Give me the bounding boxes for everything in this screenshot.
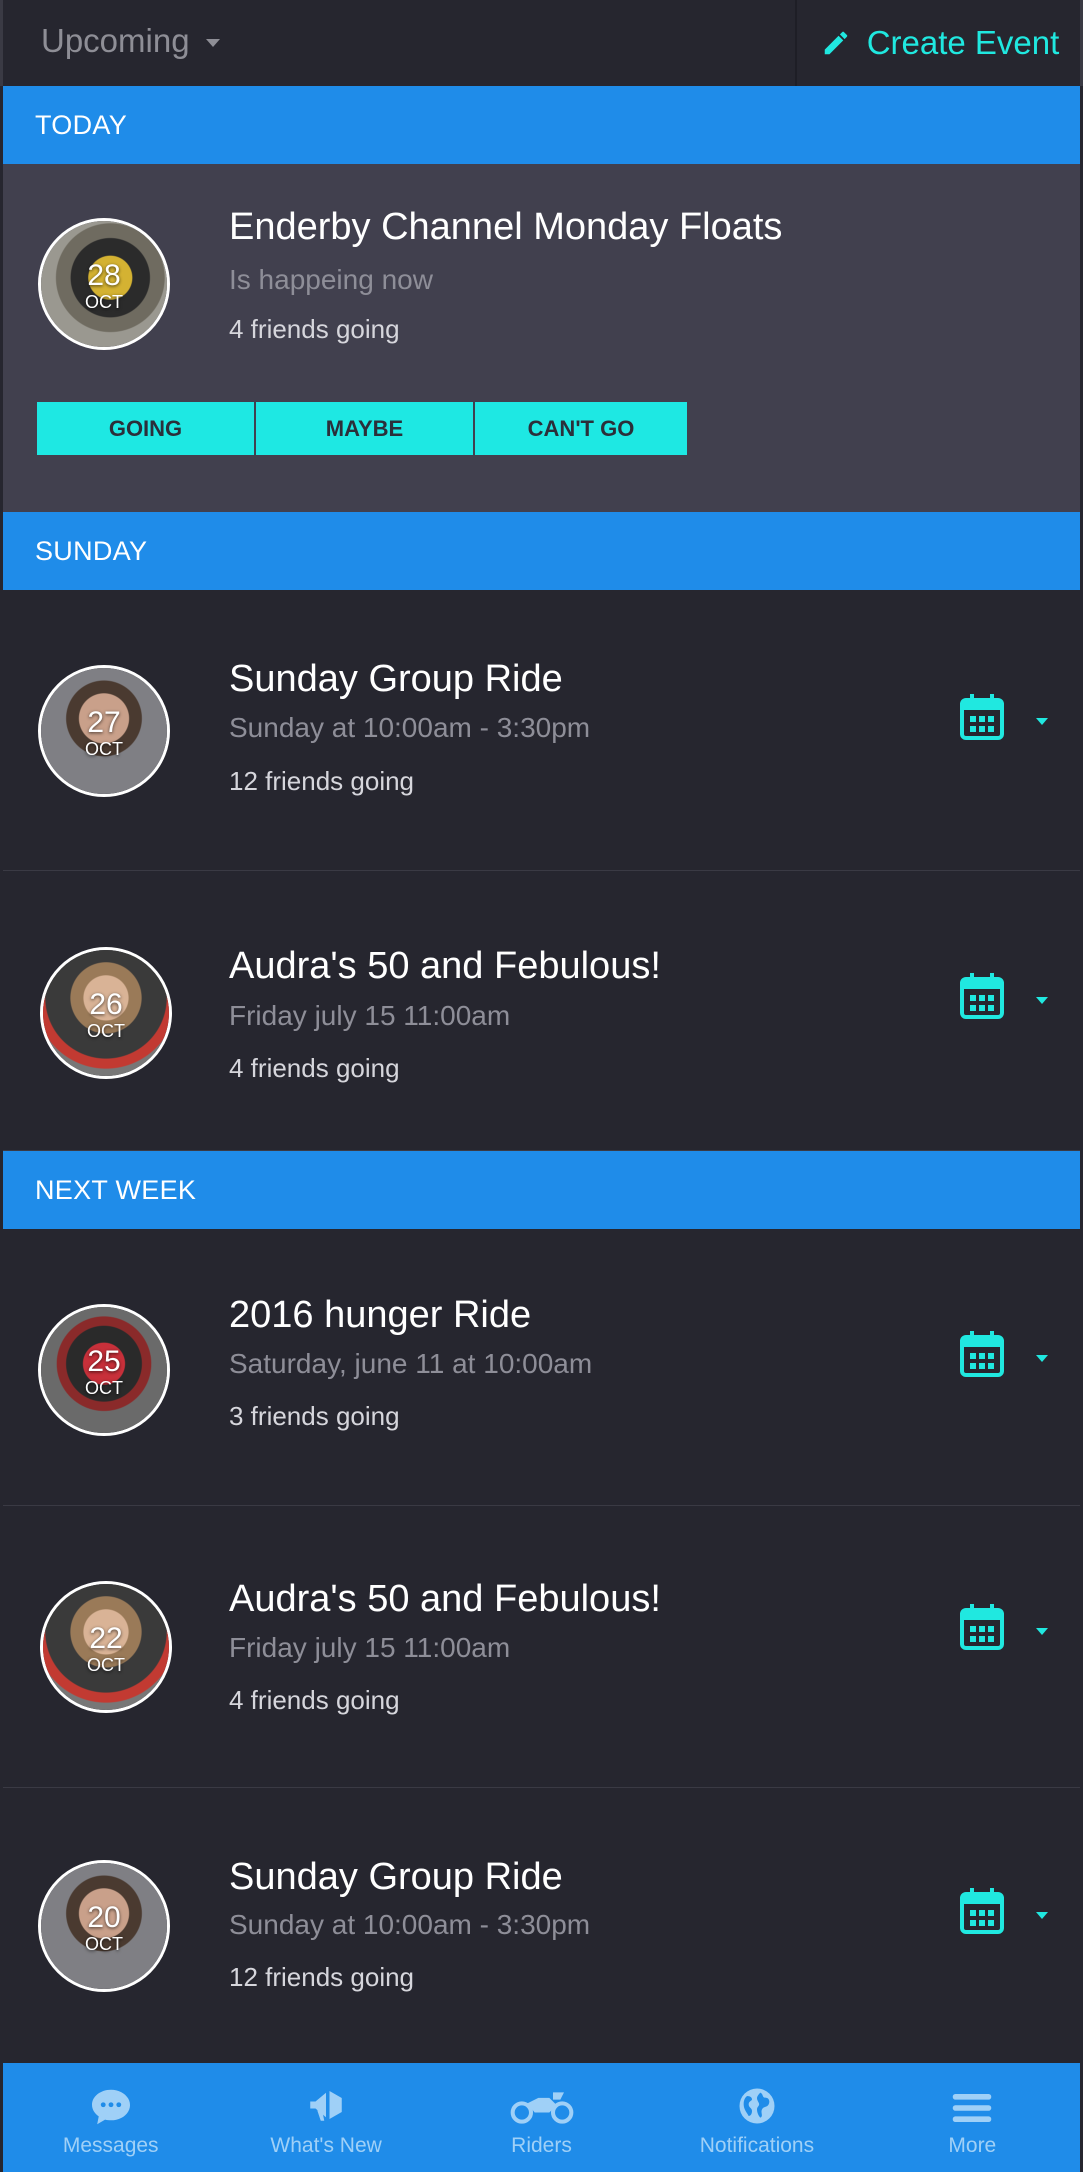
friends-going: 12 friends going [229,1962,415,1992]
tab-label: More [948,2134,997,2157]
section-header-today: TODAY [3,86,1080,164]
event-title[interactable]: Enderby Channel Monday Floats [229,206,782,249]
event-time: Saturday, june 11 at 10:00am [229,1348,593,1379]
event-row[interactable]: 27 OCT Sunday Group Ride Sunday at 10:00… [3,590,1080,871]
event-date-day: 26 [89,988,123,1021]
upcoming-filter-dropdown[interactable]: Upcoming [41,22,220,60]
event-date-month: OCT [87,1655,125,1675]
event-date-month: OCT [85,1934,123,1954]
add-to-calendar-button[interactable] [958,1886,1048,1946]
caret-down-icon [1036,1912,1048,1919]
calendar-icon [960,1331,1004,1377]
calendar-icon [960,694,1004,740]
create-event-label: Create Event [866,24,1060,61]
menu-icon [953,2094,992,2122]
create-event-button[interactable]: Create Event [795,0,1083,86]
event-avatar: 27 OCT [38,665,170,797]
add-to-calendar-button[interactable] [958,971,1048,1031]
event-date-day: 25 [87,1345,121,1378]
tab-label: Messages [62,2134,159,2157]
event-time: Friday july 15 11:00am [229,1000,511,1031]
event-title[interactable]: Sunday Group Ride [229,1856,563,1899]
event-date-month: OCT [85,739,123,759]
event-date-day: 27 [87,706,121,739]
cant-go-button[interactable]: CAN'T GO [475,402,687,455]
pencil-icon [824,31,847,55]
caret-down-icon [1036,718,1048,725]
caret-down-icon [1036,1355,1048,1362]
globe-icon [739,2088,775,2124]
calendar-icon [960,1604,1004,1650]
event-date-day: 28 [87,259,121,292]
caret-down-icon [1036,1628,1048,1635]
calendar-icon [960,973,1004,1019]
add-to-calendar-button[interactable] [958,1329,1048,1389]
event-status: Is happeing now [229,264,433,295]
caret-down-icon [1036,997,1048,1004]
tab-riders[interactable]: Riders [434,2063,649,2172]
event-date-month: OCT [85,1378,123,1398]
chat-bubble-icon [91,2089,130,2125]
event-time: Friday july 15 11:00am [229,1632,511,1663]
event-time: Sunday at 10:00am - 3:30pm [229,1909,591,1940]
event-row[interactable]: 25 OCT 2016 hunger Ride Saturday, june 1… [3,1229,1080,1506]
add-to-calendar-button[interactable] [958,692,1048,752]
bottom-tab-bar: Messages What's New Riders Notifications… [3,2063,1080,2172]
tab-label: Riders [511,2134,572,2157]
friends-going: 12 friends going [229,766,415,796]
section-header-sunday: SUNDAY [3,512,1080,590]
event-title[interactable]: Audra's 50 and Febulous! [229,1578,661,1621]
friends-going: 4 friends going [229,1053,400,1083]
event-row[interactable]: 26 OCT Audra's 50 and Febulous! Friday j… [3,871,1080,1151]
add-to-calendar-button[interactable] [958,1602,1048,1662]
event-date-day: 22 [89,1622,123,1655]
event-title[interactable]: 2016 hunger Ride [229,1294,531,1337]
filter-label: Upcoming [41,22,190,59]
motorcycle-icon [510,2092,573,2124]
event-avatar: 28 OCT [38,218,170,350]
event-title[interactable]: Audra's 50 and Febulous! [229,945,661,988]
event-avatar: 25 OCT [38,1304,170,1436]
event-row[interactable]: 20 OCT Sunday Group Ride Sunday at 10:00… [3,1788,1080,2063]
tab-more[interactable]: More [865,2063,1080,2172]
event-avatar: 20 OCT [38,1860,170,1992]
friends-going: 4 friends going [229,314,400,344]
event-avatar: 22 OCT [40,1581,172,1713]
maybe-button[interactable]: MAYBE [256,402,475,455]
event-date-month: OCT [87,1021,125,1041]
top-bar: Upcoming Create Event [0,0,1083,86]
calendar-icon [960,1888,1004,1934]
event-time: Sunday at 10:00am - 3:30pm [229,712,591,743]
event-avatar: 26 OCT [40,947,172,1079]
event-date-day: 20 [87,1901,121,1934]
event-date-month: OCT [85,292,123,312]
caret-down-icon [205,39,220,47]
tab-label: What's New [270,2134,382,2157]
megaphone-icon [310,2091,342,2121]
going-button[interactable]: GOING [37,402,256,455]
event-row[interactable]: 22 OCT Audra's 50 and Febulous! Friday j… [3,1506,1080,1788]
tab-whats-new[interactable]: What's New [218,2063,433,2172]
tab-notifications[interactable]: Notifications [649,2063,864,2172]
friends-going: 4 friends going [229,1685,400,1715]
tab-label: Notifications [699,2134,815,2157]
event-title[interactable]: Sunday Group Ride [229,658,563,701]
section-header-next-week: NEXT WEEK [3,1151,1080,1229]
friends-going: 3 friends going [229,1401,400,1431]
featured-event-card[interactable]: 28 OCT Enderby Channel Monday Floats Is … [3,164,1080,512]
tab-messages[interactable]: Messages [3,2063,218,2172]
